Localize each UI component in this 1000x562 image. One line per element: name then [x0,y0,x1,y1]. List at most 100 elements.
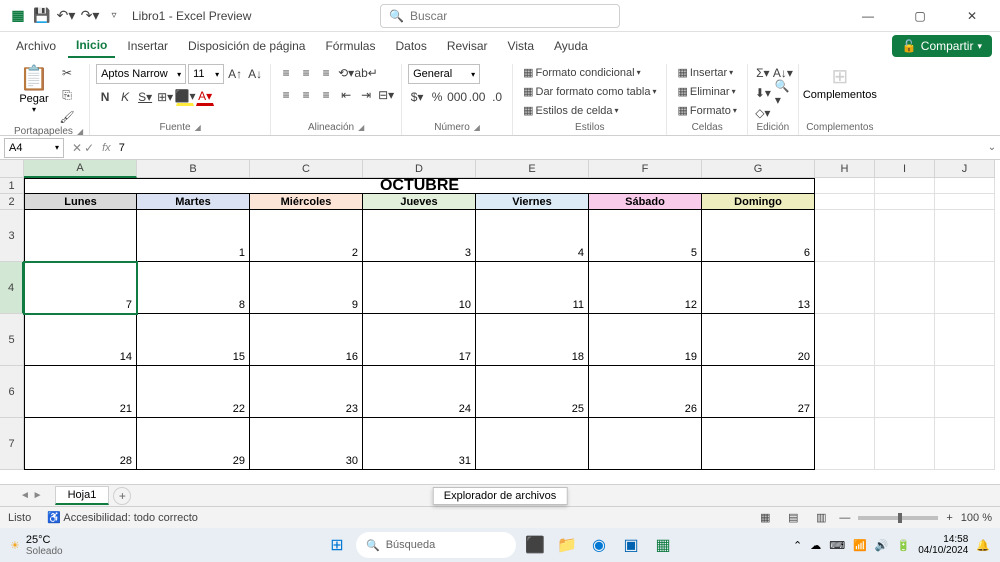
clock[interactable]: 14:58 04/10/2024 [918,534,968,556]
date-cell-F3[interactable]: 5 [589,210,702,262]
row-header-6[interactable]: 6 [0,366,24,418]
font-size-combo[interactable]: 11▾ [188,64,224,84]
excel-taskbar-icon[interactable]: ▦ [650,532,676,558]
date-cell-B4[interactable]: 8 [137,262,250,314]
volume-icon[interactable]: 🔊 [875,539,889,552]
app-icon-1[interactable]: ▣ [618,532,644,558]
zoom-level[interactable]: 100 % [961,512,992,524]
accessibility-status[interactable]: ♿ Accesibilidad: todo correcto [47,511,198,524]
date-cell-C4[interactable]: 9 [250,262,363,314]
cell-J4[interactable] [935,262,995,314]
copy-icon[interactable]: ⎘ [58,86,76,104]
tab-archivo[interactable]: Archivo [8,35,64,57]
wrap-text-icon[interactable]: ab↵ [357,64,375,82]
date-cell-D6[interactable]: 24 [363,366,476,418]
addins-button[interactable]: ⊞ Complementos [805,64,875,101]
percent-icon[interactable]: % [428,88,446,106]
decrease-decimal-icon[interactable]: .0 [488,88,506,106]
battery-icon[interactable]: 🔋 [897,539,911,552]
col-header-G[interactable]: G [702,160,815,178]
shrink-font-icon[interactable]: A↓ [246,65,264,83]
row-header-5[interactable]: 5 [0,314,24,366]
date-cell-E5[interactable]: 18 [476,314,589,366]
date-cell-G7[interactable] [702,418,815,470]
zoom-slider[interactable] [858,516,938,520]
find-icon[interactable]: 🔍▾ [774,84,792,102]
alignment-launcher[interactable]: ◢ [358,123,364,132]
task-view-icon[interactable]: ⬛ [522,532,548,558]
clipboard-launcher[interactable]: ◢ [77,127,83,136]
format-painter-icon[interactable]: 🖌 [58,108,76,126]
day-header-martes[interactable]: Martes [137,194,250,210]
underline-button[interactable]: S▾ [136,88,154,106]
date-cell-C7[interactable]: 30 [250,418,363,470]
col-header-D[interactable]: D [363,160,476,178]
date-cell-A4[interactable]: 7 [24,262,137,314]
paste-button[interactable]: 📋 Pegar ▾ [14,64,54,114]
select-all-button[interactable] [0,160,24,178]
autosum-icon[interactable]: Σ▾ [754,64,772,82]
date-cell-C3[interactable]: 2 [250,210,363,262]
file-explorer-icon[interactable]: 📁 [554,532,580,558]
increase-decimal-icon[interactable]: .00 [468,88,486,106]
format-cells-button[interactable]: ▦Formato▾ [673,102,740,119]
tab-inicio[interactable]: Inicio [68,34,115,58]
align-right-icon[interactable]: ≡ [317,86,335,104]
date-cell-A6[interactable]: 21 [24,366,137,418]
col-header-C[interactable]: C [250,160,363,178]
cell-J2[interactable] [935,194,995,210]
align-middle-icon[interactable]: ≡ [297,64,315,82]
font-family-combo[interactable]: Aptos Narrow▾ [96,64,186,84]
date-cell-G3[interactable]: 6 [702,210,815,262]
day-header-lunes[interactable]: Lunes [24,194,137,210]
minimize-button[interactable]: — [848,2,888,30]
edge-icon[interactable]: ◉ [586,532,612,558]
cell-I4[interactable] [875,262,935,314]
col-header-E[interactable]: E [476,160,589,178]
row-header-1[interactable]: 1 [0,178,24,194]
format-as-table-button[interactable]: ▦Dar formato como tabla▾ [519,83,660,100]
cell-H5[interactable] [815,314,875,366]
fill-color-button[interactable]: ⬛▾ [176,88,194,106]
date-cell-B6[interactable]: 22 [137,366,250,418]
comma-icon[interactable]: 000 [448,88,466,106]
col-header-F[interactable]: F [589,160,702,178]
cell-H1[interactable] [815,178,875,194]
cell-J1[interactable] [935,178,995,194]
tab-vista[interactable]: Vista [500,35,542,57]
col-header-B[interactable]: B [137,160,250,178]
search-box[interactable]: 🔍 Buscar [380,4,620,28]
indent-decrease-icon[interactable]: ⇤ [337,86,355,104]
date-cell-E4[interactable]: 11 [476,262,589,314]
cell-H4[interactable] [815,262,875,314]
date-cell-F5[interactable]: 19 [589,314,702,366]
save-icon[interactable]: 💾 [32,6,52,26]
align-center-icon[interactable]: ≡ [297,86,315,104]
language-icon[interactable]: ⌨ [829,539,845,552]
date-cell-A5[interactable]: 14 [24,314,137,366]
date-cell-B5[interactable]: 15 [137,314,250,366]
onedrive-icon[interactable]: ☁ [810,539,821,552]
tab-ayuda[interactable]: Ayuda [546,35,596,57]
date-cell-F6[interactable]: 26 [589,366,702,418]
col-header-A[interactable]: A [24,160,137,178]
close-button[interactable]: ✕ [952,2,992,30]
row-header-2[interactable]: 2 [0,194,24,210]
formula-input[interactable]: 7 [111,142,984,154]
cell-I3[interactable] [875,210,935,262]
align-left-icon[interactable]: ≡ [277,86,295,104]
date-cell-E6[interactable]: 25 [476,366,589,418]
bold-button[interactable]: N [96,88,114,106]
cell-H2[interactable] [815,194,875,210]
cell-J3[interactable] [935,210,995,262]
taskbar-search[interactable]: 🔍Búsqueda [356,532,516,558]
add-sheet-button[interactable]: + [113,487,131,505]
tab-formulas[interactable]: Fórmulas [317,35,383,57]
name-box[interactable]: A4▾ [4,138,64,158]
fx-icon[interactable]: fx [102,142,111,154]
number-format-combo[interactable]: General▾ [408,64,480,84]
spreadsheet-grid[interactable]: ABCDEFGHIJ 1234567 OCTUBRELunesMartesMié… [0,160,1000,484]
date-cell-C5[interactable]: 16 [250,314,363,366]
date-cell-F7[interactable] [589,418,702,470]
borders-button[interactable]: ⊞▾ [156,88,174,106]
